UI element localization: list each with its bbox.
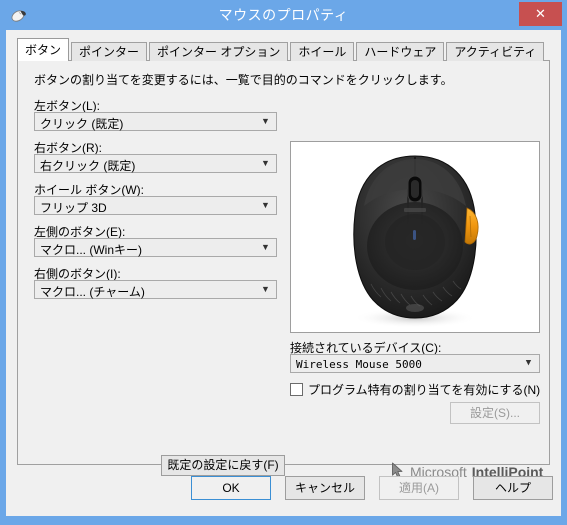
close-button[interactable]: ✕ [519,2,562,26]
wheel-button-combo[interactable]: フリップ 3D ▼ [34,196,277,215]
left-side-button-combo[interactable]: マクロ... (Winキー) ▼ [34,238,277,257]
program-specific-checkbox[interactable] [290,383,303,396]
title-bar: マウスのプロパティ ✕ [0,0,567,30]
window-title: マウスのプロパティ [218,7,349,23]
program-specific-checkbox-label: プログラム特有の割り当てを有効にする(N) [308,383,541,397]
right-button-value: 右クリック (既定) [40,159,136,173]
tab-hardware[interactable]: ハードウェア [356,42,445,61]
left-button-value: クリック (既定) [40,117,124,131]
chevron-down-icon: ▼ [261,242,270,252]
mouse-preview-panel [290,141,540,333]
tab-activity[interactable]: アクティビティ [446,42,545,61]
client-area: ボタン ポインター ポインター オプション ホイール ハードウェア アクティビテ… [6,30,561,516]
ok-button[interactable]: OK [191,476,271,500]
chevron-down-icon: ▼ [261,200,270,210]
apply-button[interactable]: 適用(A) [379,476,459,500]
chevron-down-icon: ▼ [261,158,270,168]
restore-defaults-button[interactable]: 既定の設定に戻す(F) [161,455,285,476]
tab-wheel[interactable]: ホイール [290,42,355,61]
program-specific-checkbox-row[interactable]: プログラム特有の割り当てを有効にする(N) [290,381,540,398]
chevron-down-icon: ▼ [261,116,270,126]
wheel-button-value: フリップ 3D [40,201,107,215]
left-side-button-value: マクロ... (Winキー) [40,243,142,257]
right-side-button-combo[interactable]: マクロ... (チャーム) ▼ [34,280,277,299]
chevron-down-icon: ▼ [525,358,532,368]
help-button[interactable]: ヘルプ [473,476,553,500]
right-button-combo[interactable]: 右クリック (既定) ▼ [34,154,277,173]
connected-device-value: Wireless Mouse 5000 [296,358,422,371]
connected-device-combo[interactable]: Wireless Mouse 5000 ▼ [290,354,540,373]
mouse-properties-window: マウスのプロパティ ✕ ボタン ポインター ポインター オプション ホイール ハ… [0,0,567,525]
settings-button[interactable]: 設定(S)... [450,402,540,424]
instruction-text: ボタンの割り当てを変更するには、一覧で目的のコマンドをクリックします。 [34,73,453,87]
tab-page-buttons: ボタンの割り当てを変更するには、一覧で目的のコマンドをクリックします。 左ボタン… [17,60,550,480]
right-side-button-value: マクロ... (チャーム) [40,285,145,299]
tab-buttons[interactable]: ボタン [17,38,70,61]
mouse-illustration [353,155,479,328]
tab-strip: ボタン ポインター ポインター オプション ホイール ハードウェア アクティビテ… [17,38,546,61]
tab-pointer[interactable]: ポインター [71,42,148,61]
left-button-combo[interactable]: クリック (既定) ▼ [34,112,277,131]
chevron-down-icon: ▼ [261,284,270,294]
tab-pointer-options[interactable]: ポインター オプション [149,42,289,61]
cancel-button[interactable]: キャンセル [285,476,365,500]
